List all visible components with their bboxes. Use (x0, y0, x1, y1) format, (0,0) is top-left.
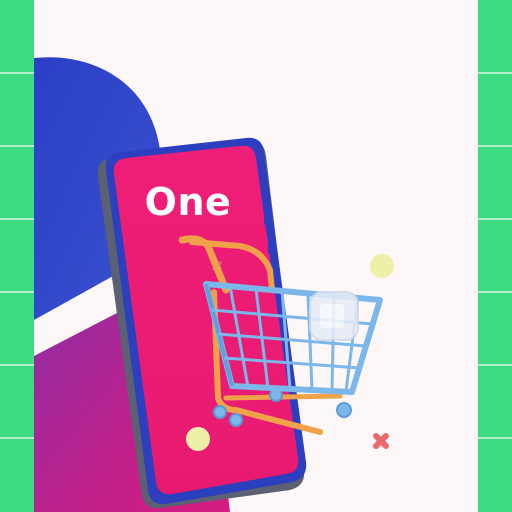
phone-side-button (268, 234, 274, 254)
bubble-icon (186, 427, 210, 451)
shopping-illustration (34, 57, 394, 512)
sparkle-icon (373, 433, 389, 449)
bubble-icon (370, 254, 394, 278)
brand-label: One (144, 180, 232, 224)
phone-side-button (264, 200, 270, 226)
glass-cube-icon (309, 291, 359, 341)
